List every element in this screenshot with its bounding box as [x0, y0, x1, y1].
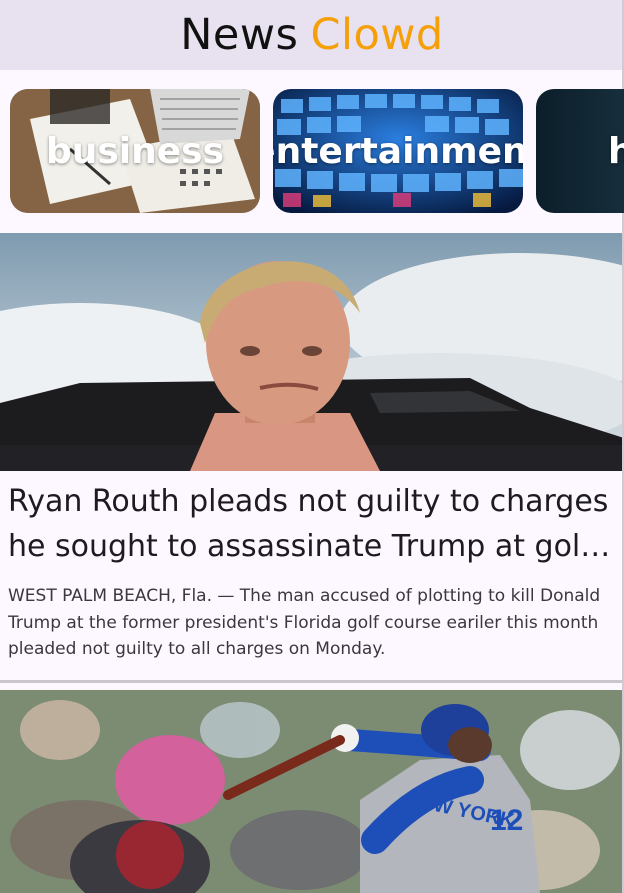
- jersey-number: 12: [490, 804, 523, 837]
- category-carousel[interactable]: business ntertainmen h: [0, 70, 624, 230]
- article-image: [0, 233, 624, 471]
- category-label: business: [45, 130, 225, 172]
- app-title-news: News: [180, 10, 299, 60]
- article-card[interactable]: Ryan Routh pleads not guilty to charges …: [0, 233, 624, 680]
- app-title-clowd: Clowd: [310, 10, 444, 60]
- category-card-health[interactable]: h: [536, 89, 624, 213]
- category-label: entertainment: [273, 130, 523, 172]
- category-label: h: [608, 130, 624, 172]
- article-title[interactable]: Ryan Routh pleads not guilty to charges …: [8, 479, 616, 569]
- app-bar: News Clowd: [0, 0, 624, 70]
- category-card-business[interactable]: business: [10, 89, 260, 213]
- category-card-entertainment[interactable]: entertainment: [273, 89, 523, 213]
- article-image[interactable]: NEW YORK 12: [0, 690, 624, 893]
- article-description: WEST PALM BEACH, Fla. — The man accused …: [8, 586, 601, 659]
- article-divider: [0, 680, 624, 683]
